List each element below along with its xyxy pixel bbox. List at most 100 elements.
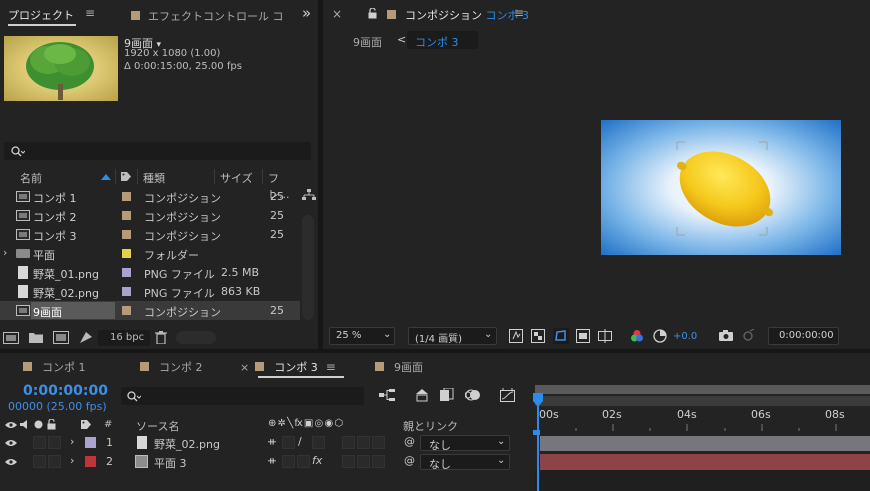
composition-tab-title[interactable]: コンポジション コンポ 3 — [405, 7, 529, 23]
parent-link-header[interactable]: 親とリンク — [403, 418, 458, 434]
quality-switch[interactable] — [282, 455, 295, 468]
parent-select[interactable]: なし ⌄ — [420, 435, 510, 452]
timeline-current-time[interactable]: 0:00:00:00 — [23, 383, 108, 399]
column-type-header[interactable]: 種類 — [143, 170, 165, 186]
list-item[interactable]: › 平面 フォルダー — [0, 244, 300, 263]
list-item[interactable]: 野菜_02.png PNG ファイル 863 KB — [0, 282, 300, 301]
flowchart-icon[interactable] — [302, 189, 316, 201]
layer-row[interactable]: › 1 野菜_02.png ᚑ / @ なし ⌄ — [0, 434, 535, 452]
timeline-tab-comp2[interactable]: コンポ 2 — [140, 359, 203, 375]
label-swatch[interactable] — [122, 287, 131, 296]
project-horizontal-scrollbar[interactable] — [176, 331, 216, 344]
show-channel-icon[interactable] — [630, 329, 644, 343]
layer-name[interactable]: 平面 3 — [154, 455, 187, 471]
pickwhip-icon[interactable]: @ — [404, 454, 415, 467]
layer-row[interactable]: › 2 平面 3 ᚑ fx @ なし ⌄ — [0, 453, 535, 471]
motion-blur-switch[interactable] — [357, 436, 370, 449]
layer-name[interactable]: 野菜_02.png — [154, 436, 220, 452]
switches-header[interactable]: ⊕ ✲ ╲ fx ▣ ◎ ◉ ⬡ — [268, 418, 343, 429]
list-item[interactable]: コンポ 1 コンポジション 25 — [0, 187, 300, 206]
breadcrumb-parent[interactable]: 9画面 — [353, 34, 382, 50]
label-tag-icon[interactable] — [120, 171, 132, 182]
bpc-button[interactable]: 16 bpc — [98, 330, 150, 346]
frame-blend-switch[interactable] — [342, 436, 355, 449]
solo-toggle[interactable] — [33, 436, 46, 449]
composition-viewer[interactable] — [323, 52, 870, 324]
motion-blur-icon[interactable] — [465, 388, 481, 402]
label-swatch[interactable] — [122, 211, 131, 220]
region-of-interest-icon[interactable] — [576, 329, 590, 343]
chevron-right-icon[interactable]: › — [70, 454, 74, 467]
time-navigator[interactable] — [535, 385, 870, 394]
project-search-field[interactable] — [4, 142, 311, 160]
lock-toggle[interactable] — [48, 436, 61, 449]
draft-3d-icon[interactable] — [414, 388, 430, 402]
anchor-switch-icon[interactable]: ᚑ — [268, 454, 276, 467]
frame-blend-switch[interactable] — [342, 455, 355, 468]
timeline-tab-comp3[interactable]: × コンポ 3 ≡ — [240, 359, 336, 375]
tab-effects-controls[interactable]: エフェクトコントロール コ — [131, 8, 284, 24]
new-composition-icon[interactable] — [53, 331, 69, 344]
parent-select[interactable]: なし ⌄ — [420, 454, 510, 471]
layer-label-swatch[interactable] — [85, 456, 96, 467]
lock-icon[interactable] — [368, 8, 377, 19]
label-swatch[interactable] — [122, 230, 131, 239]
expand-panels-icon[interactable]: » — [302, 4, 311, 22]
grid-guide-options-icon[interactable] — [598, 329, 612, 343]
video-visibility-icon[interactable] — [5, 421, 17, 429]
work-area-bar[interactable] — [535, 396, 870, 406]
collapse-switch[interactable] — [297, 455, 310, 468]
sort-ascending-icon[interactable] — [101, 174, 111, 180]
tab-menu-icon[interactable]: ≡ — [85, 6, 95, 20]
column-size-header[interactable]: サイズ — [220, 170, 253, 186]
frame-blending-icon[interactable] — [440, 388, 454, 402]
list-item[interactable]: コンポ 2 コンポジション 25 — [0, 206, 300, 225]
chevron-right-icon[interactable]: › — [70, 435, 74, 448]
layer-search-field[interactable] — [121, 387, 364, 405]
anchor-switch-icon[interactable]: ᚑ — [268, 435, 276, 448]
new-folder-icon[interactable] — [29, 332, 43, 343]
interpret-footage-icon[interactable] — [3, 332, 19, 344]
composition-tab-close[interactable]: × — [332, 7, 342, 21]
breadcrumb-current[interactable]: コンポ 3 — [407, 31, 478, 49]
video-visibility-icon[interactable] — [5, 439, 17, 447]
adjustment-switch[interactable] — [372, 436, 385, 449]
effects-switch[interactable] — [312, 436, 325, 449]
render-queue-icon[interactable] — [79, 331, 93, 344]
video-visibility-icon[interactable] — [5, 458, 17, 466]
time-ruler[interactable]: 00s 02s 04s 06s 08s — [535, 407, 870, 431]
lock-icon[interactable] — [47, 419, 56, 430]
composition-menu-icon[interactable]: ≡ — [514, 6, 524, 20]
motion-blur-switch[interactable] — [357, 455, 370, 468]
graph-editor-icon[interactable] — [500, 388, 515, 402]
reset-exposure-icon[interactable] — [653, 329, 667, 343]
timeline-tab-9screen[interactable]: 9画面 — [375, 359, 423, 375]
composition-flowchart-icon[interactable] — [379, 389, 395, 402]
mask-visibility-icon[interactable] — [553, 328, 569, 344]
chevron-right-icon[interactable]: › — [3, 246, 7, 259]
source-name-header[interactable]: ソース名 — [136, 418, 179, 434]
lock-toggle[interactable] — [48, 455, 61, 468]
label-swatch[interactable] — [122, 192, 131, 201]
tab-project[interactable]: プロジェクト — [8, 7, 74, 23]
layer-label-swatch[interactable] — [85, 437, 96, 448]
effects-fx-label[interactable]: fx — [312, 454, 322, 467]
solo-icon[interactable] — [34, 420, 43, 429]
transparency-grid-icon[interactable] — [531, 329, 545, 343]
snapshot-camera-icon[interactable] — [719, 330, 733, 341]
resolution-select[interactable]: (1/4 画質) ⌄ — [408, 327, 497, 345]
pickwhip-icon[interactable]: @ — [404, 435, 415, 448]
audio-icon[interactable] — [20, 419, 31, 430]
trash-icon[interactable] — [155, 331, 167, 344]
timeline-tab-comp1[interactable]: コンポ 1 — [23, 359, 86, 375]
solo-toggle[interactable] — [33, 455, 46, 468]
project-scrollbar[interactable] — [302, 215, 314, 320]
zoom-select[interactable]: 25 % ⌄ — [329, 327, 395, 345]
current-time-field[interactable]: 0:00:00:00 — [768, 327, 839, 345]
label-swatch[interactable] — [122, 249, 131, 258]
quality-line-icon[interactable]: / — [298, 435, 302, 448]
tab-menu-icon[interactable]: ≡ — [326, 360, 336, 374]
show-snapshot-icon[interactable] — [741, 329, 755, 342]
label-swatch[interactable] — [122, 268, 131, 277]
list-item[interactable]: コンポ 3 コンポジション 25 — [0, 225, 300, 244]
